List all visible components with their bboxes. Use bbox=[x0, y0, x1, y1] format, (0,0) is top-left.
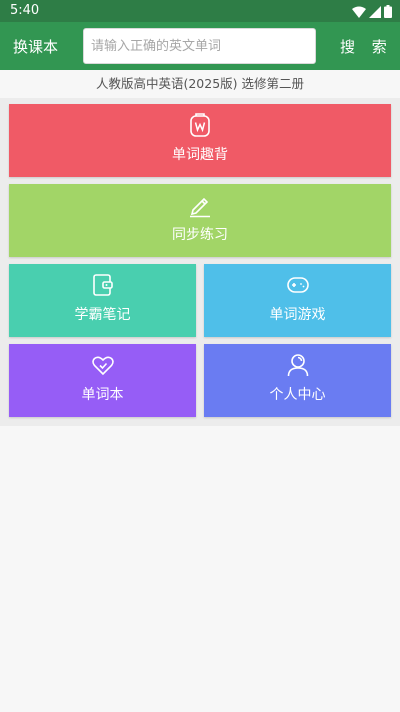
tile-label: 单词本 bbox=[81, 387, 124, 403]
battery-icon bbox=[384, 5, 392, 18]
search-input[interactable] bbox=[83, 28, 316, 64]
tile-word-game[interactable]: 单词游戏 bbox=[204, 264, 391, 337]
tile-label: 单词游戏 bbox=[269, 307, 326, 323]
tile-study-notes[interactable]: 学霸笔记 bbox=[9, 264, 196, 337]
book-title: 人教版高中英语(2025版) 选修第二册 bbox=[95, 76, 305, 91]
search-button[interactable]: 搜 索 bbox=[340, 36, 393, 57]
status-bar: 5:40 bbox=[0, 0, 400, 22]
user-icon bbox=[285, 352, 311, 378]
change-book-button[interactable]: 换课本 bbox=[13, 36, 58, 57]
status-icons bbox=[352, 5, 392, 18]
notebook-icon bbox=[90, 272, 116, 298]
tile-label: 学霸笔记 bbox=[74, 307, 131, 323]
tile-personal-center[interactable]: 个人中心 bbox=[204, 344, 391, 417]
word-card-icon bbox=[187, 112, 213, 138]
wifi-icon bbox=[352, 6, 366, 18]
gamepad-icon bbox=[285, 272, 311, 298]
tile-label: 同步练习 bbox=[172, 227, 228, 243]
status-time: 5:40 bbox=[10, 3, 40, 18]
pencil-icon bbox=[187, 192, 213, 218]
tile-word-memorize[interactable]: 单词趣背 bbox=[9, 104, 391, 177]
tile-label: 单词趣背 bbox=[172, 147, 228, 163]
tile-vocabulary-book[interactable]: 单词本 bbox=[9, 344, 196, 417]
app-bar: 换课本 搜 索 bbox=[0, 22, 400, 70]
tile-sync-practice[interactable]: 同步练习 bbox=[9, 184, 391, 257]
tile-label: 个人中心 bbox=[269, 387, 326, 403]
signal-icon bbox=[369, 5, 381, 18]
heart-icon bbox=[90, 352, 116, 378]
